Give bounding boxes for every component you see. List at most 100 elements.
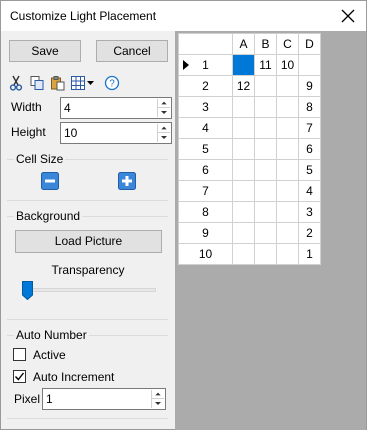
grid-cell[interactable]: 5 xyxy=(298,159,321,181)
light-grid: A B C D 1 11 10 2 12 9 3 8 4 7 5 6 6 5 7… xyxy=(178,33,321,265)
plus-icon[interactable] xyxy=(118,172,136,190)
table-row: 6 5 xyxy=(178,159,321,181)
copy-icon[interactable] xyxy=(29,75,45,91)
grid-cell[interactable] xyxy=(254,159,277,181)
row-header[interactable]: 9 xyxy=(178,222,233,244)
grid-cell[interactable] xyxy=(232,180,255,202)
paste-icon[interactable] xyxy=(50,75,66,91)
grid-cell[interactable] xyxy=(298,54,321,76)
grid-cell[interactable] xyxy=(254,243,277,265)
grid-pane: A B C D 1 11 10 2 12 9 3 8 4 7 5 6 6 5 7… xyxy=(175,31,366,430)
minus-icon[interactable] xyxy=(41,172,59,190)
grid-cell[interactable] xyxy=(254,117,277,139)
transparency-slider-thumb[interactable] xyxy=(22,281,33,300)
transparency-slider-track[interactable] xyxy=(23,288,156,292)
grid-cell[interactable]: 2 xyxy=(298,222,321,244)
row-header[interactable]: 5 xyxy=(178,138,233,160)
spin-up-icon[interactable] xyxy=(158,99,170,108)
grid-cell[interactable]: 9 xyxy=(298,75,321,97)
load-picture-button[interactable]: Load Picture xyxy=(15,230,162,253)
spin-down-icon[interactable] xyxy=(158,108,170,117)
grid-cell[interactable] xyxy=(232,201,255,223)
grid-cell[interactable] xyxy=(232,96,255,118)
column-header-b[interactable]: B xyxy=(254,33,277,55)
column-header-d[interactable]: D xyxy=(298,33,321,55)
grid-cell[interactable]: 6 xyxy=(298,138,321,160)
grid-cell[interactable]: 1 xyxy=(298,243,321,265)
width-spinner[interactable]: 4 xyxy=(60,97,172,119)
grid-cell[interactable] xyxy=(232,159,255,181)
svg-text:?: ? xyxy=(109,79,115,90)
grid-cell[interactable] xyxy=(276,96,299,118)
active-label: Active xyxy=(33,348,66,362)
dropdown-arrow-icon[interactable] xyxy=(87,81,94,86)
current-row-icon xyxy=(183,60,189,70)
close-icon[interactable] xyxy=(336,4,360,28)
grid-cell[interactable] xyxy=(232,243,255,265)
grid-cell[interactable] xyxy=(232,117,255,139)
auto-increment-label: Auto Increment xyxy=(33,370,115,384)
grid-cell[interactable] xyxy=(254,138,277,160)
grid-cell[interactable]: 3 xyxy=(298,201,321,223)
row-header[interactable]: 2 xyxy=(178,75,233,97)
row-header[interactable]: 3 xyxy=(178,96,233,118)
spin-down-icon[interactable] xyxy=(152,399,164,408)
pixel-label: Pixel xyxy=(14,392,41,406)
grid-cell[interactable] xyxy=(232,138,255,160)
background-label: Background xyxy=(14,209,83,223)
help-icon[interactable]: ? xyxy=(104,75,120,91)
transparency-label: Transparency xyxy=(51,263,125,277)
height-spinner[interactable]: 10 xyxy=(60,122,172,144)
title-bar: Customize Light Placement xyxy=(1,1,366,31)
grid-cell[interactable]: 10 xyxy=(276,54,299,76)
column-header-a[interactable]: A xyxy=(232,33,255,55)
height-value: 10 xyxy=(64,126,78,140)
table-row: 8 3 xyxy=(178,201,321,223)
window-title: Customize Light Placement xyxy=(10,9,157,23)
pixel-spinner[interactable]: 1 xyxy=(42,388,166,410)
grid-cell[interactable] xyxy=(276,138,299,160)
spin-down-icon[interactable] xyxy=(158,133,170,142)
spin-up-icon[interactable] xyxy=(152,390,164,399)
cell-size-label: Cell Size xyxy=(14,152,66,166)
table-row: 3 8 xyxy=(178,96,321,118)
grid-cell[interactable] xyxy=(276,117,299,139)
save-button[interactable]: Save xyxy=(9,40,81,62)
row-header[interactable]: 8 xyxy=(178,201,233,223)
grid-cell[interactable] xyxy=(254,222,277,244)
scissors-icon[interactable] xyxy=(9,75,23,91)
cancel-button[interactable]: Cancel xyxy=(96,40,168,62)
grid-cell[interactable] xyxy=(276,180,299,202)
auto-increment-checkbox[interactable] xyxy=(13,370,26,383)
width-label: Width xyxy=(11,100,42,114)
grid-cell[interactable]: 4 xyxy=(298,180,321,202)
grid-cell[interactable] xyxy=(276,159,299,181)
grid-cell[interactable] xyxy=(254,75,277,97)
grid-cell[interactable]: 8 xyxy=(298,96,321,118)
spin-up-icon[interactable] xyxy=(158,124,170,133)
active-checkbox[interactable] xyxy=(13,348,26,361)
grid-cell[interactable] xyxy=(276,201,299,223)
height-label: Height xyxy=(11,125,46,139)
grid-corner[interactable] xyxy=(178,33,233,55)
row-header[interactable]: 1 xyxy=(178,54,233,76)
grid-cell[interactable]: 11 xyxy=(254,54,277,76)
row-header[interactable]: 7 xyxy=(178,180,233,202)
row-header[interactable]: 6 xyxy=(178,159,233,181)
grid-cell[interactable] xyxy=(254,201,277,223)
grid-cell[interactable] xyxy=(232,222,255,244)
grid-cell[interactable]: 7 xyxy=(298,117,321,139)
grid-cell[interactable]: 12 xyxy=(232,75,255,97)
grid-icon[interactable] xyxy=(70,75,86,91)
grid-cell[interactable] xyxy=(276,243,299,265)
grid-cell[interactable] xyxy=(276,75,299,97)
row-header[interactable]: 10 xyxy=(178,243,233,265)
table-row: 1 11 10 xyxy=(178,54,321,76)
customize-light-placement-window: Customize Light Placement Save Cancel ? … xyxy=(0,0,367,430)
column-header-c[interactable]: C xyxy=(276,33,299,55)
grid-cell[interactable] xyxy=(276,222,299,244)
grid-cell[interactable] xyxy=(254,96,277,118)
grid-cell[interactable] xyxy=(254,180,277,202)
row-header[interactable]: 4 xyxy=(178,117,233,139)
grid-cell-selected[interactable] xyxy=(232,54,255,76)
